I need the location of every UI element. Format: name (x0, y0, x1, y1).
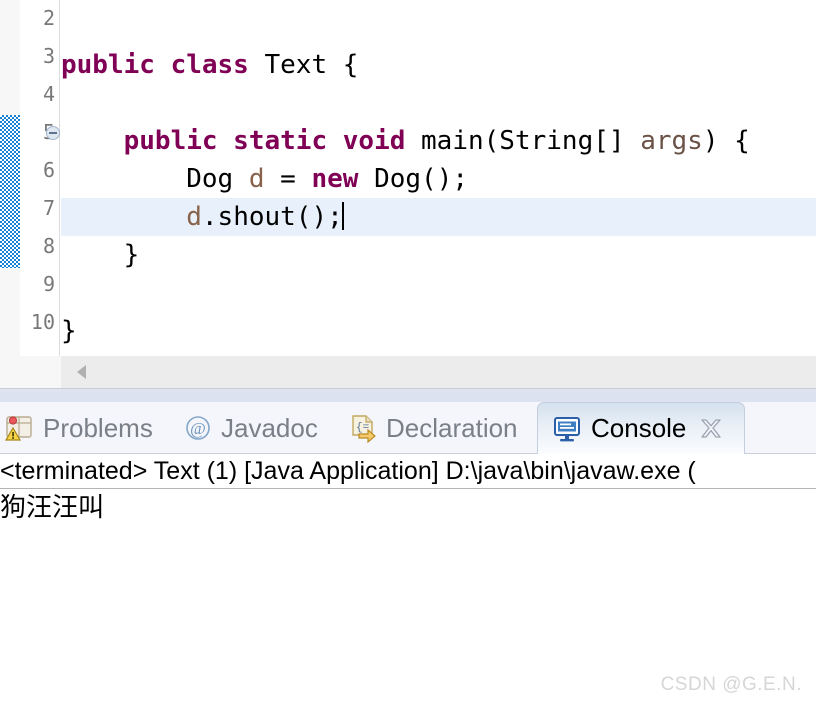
fold-collapse-icon[interactable] (46, 126, 60, 140)
line-number-gutter: 2 3 4 5 6 7 8 9 10 (20, 0, 60, 356)
line-number: 2 (42, 6, 55, 30)
code-text-area[interactable]: public class Text { public static void m… (61, 0, 816, 356)
code-line-8: } (61, 236, 140, 274)
eclipse-ide-window: 2 3 4 5 6 7 8 9 10 public class Text { p… (0, 0, 816, 704)
watermark: CSDN @G.E.N. (660, 674, 802, 695)
code-token-keyword: new (311, 164, 375, 194)
line-number: 4 (42, 82, 55, 106)
console-output-text: 狗汪汪叫 (0, 492, 105, 522)
text-caret (341, 202, 344, 230)
line-number: 10 (30, 310, 55, 334)
code-token-local-variable: d (248, 164, 265, 194)
code-token-local-variable: d (186, 202, 202, 232)
line-number: 6 (42, 158, 55, 182)
tab-console[interactable]: Console (537, 402, 745, 454)
code-token-plain: ) { (702, 126, 750, 156)
tab-declaration[interactable]: {= Declaration (341, 402, 526, 454)
code-token-parameter: args (640, 126, 703, 156)
console-launch-header: <terminated> Text (1) [Java Application]… (0, 457, 696, 485)
code-token-plain: .shout(); (201, 202, 343, 232)
tab-label-javadoc: Javadoc (221, 412, 318, 443)
code-line-6: Dog d = new Dog(); (61, 160, 468, 198)
code-token-plain: = (264, 164, 312, 194)
declaration-icon: {= (349, 413, 377, 444)
problems-icon (4, 413, 34, 443)
tab-label-declaration: Declaration (386, 412, 518, 443)
console-icon (552, 415, 582, 443)
line-number: 3 (42, 44, 55, 68)
code-line-7: d.shout(); (61, 198, 344, 236)
code-token-plain: } (61, 240, 140, 270)
svg-text:{=: {= (356, 422, 369, 434)
javadoc-at-icon: @ (184, 414, 212, 442)
java-code-editor[interactable]: 2 3 4 5 6 7 8 9 10 public class Text { p… (0, 0, 816, 356)
fold-range-indicator (0, 115, 20, 268)
code-token-plain: } (61, 316, 77, 346)
console-output-area[interactable]: <terminated> Text (1) [Java Application]… (0, 455, 816, 704)
tab-label-console: Console (591, 413, 687, 443)
code-line-5: public static void main(String[] args) { (61, 122, 750, 160)
editor-scroll-corner (0, 356, 61, 388)
editor-horizontal-scrollbar[interactable] (61, 356, 816, 388)
code-token-keyword: public class (61, 50, 265, 80)
code-token-keyword: public static void (61, 126, 422, 156)
code-token-plain: Dog (61, 164, 249, 194)
code-token-plain: Text { (264, 50, 359, 80)
close-icon[interactable] (698, 416, 724, 442)
tabbar-strip (0, 392, 816, 402)
code-line-10: } (61, 312, 77, 350)
code-token-plain: Dog(); (374, 164, 469, 194)
code-line-3: public class Text { (61, 46, 358, 84)
line-number: 9 (42, 272, 55, 296)
code-token-plain: main(String[] (421, 126, 641, 156)
tab-javadoc[interactable]: @ Javadoc (176, 402, 326, 454)
svg-text:@: @ (190, 419, 206, 438)
tab-label-problems: Problems (43, 412, 153, 443)
tab-problems[interactable]: Problems (0, 402, 161, 454)
line-number: 7 (42, 196, 55, 220)
scroll-left-arrow-icon[interactable] (61, 356, 101, 388)
line-number: 8 (42, 234, 55, 258)
bottom-view-panel: Problems @ Javadoc {= Declaration Consol… (0, 388, 816, 704)
editor-marker-column[interactable] (0, 0, 20, 356)
